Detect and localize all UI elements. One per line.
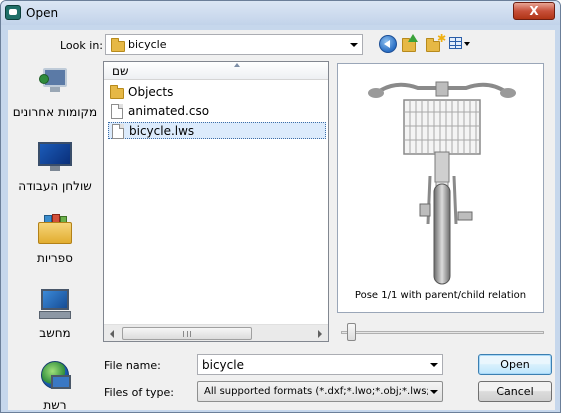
folder-icon — [111, 38, 125, 52]
place-desktop[interactable]: שולחן העבודה — [8, 140, 102, 194]
folder-icon — [110, 85, 124, 99]
file-list[interactable]: שם Objects animated.cso bicycle.lws — [103, 61, 329, 342]
places-bar: מקומות אחרונים שולחן העבודה ספריות מחשב — [8, 61, 102, 410]
file-name: animated.cso — [128, 104, 210, 118]
folder-icon — [402, 38, 416, 52]
open-dialog: Open X Look in: bicycle ✱ מקומות אחרונים… — [0, 0, 561, 413]
window-title: Open — [26, 6, 59, 20]
app-icon — [5, 5, 21, 20]
pose-slider[interactable] — [341, 321, 544, 343]
look-in-label: Look in: — [60, 39, 103, 52]
sort-up-icon — [234, 63, 240, 67]
up-folder-icon[interactable] — [402, 34, 420, 53]
title-bar[interactable]: Open X — [1, 1, 560, 25]
dialog-body: Look in: bicycle ✱ מקומות אחרונים שולחן … — [8, 30, 555, 410]
cancel-button[interactable]: Cancel — [478, 381, 552, 402]
file-name: bicycle.lws — [129, 124, 195, 138]
file-name-input[interactable]: bicycle — [197, 354, 443, 375]
star-icon: ✱ — [437, 32, 447, 45]
file-type-dropdown[interactable]: All supported formats (*.dxf;*.lwo;*.obj… — [197, 381, 443, 402]
place-label: רשת — [43, 398, 67, 410]
file-name: Objects — [128, 85, 174, 99]
up-arrow-icon — [408, 34, 418, 42]
place-label: שולחן העבודה — [18, 179, 92, 193]
file-name-value: bicycle — [202, 358, 244, 372]
file-icon — [112, 124, 124, 139]
list-item[interactable]: animated.cso — [108, 103, 326, 120]
close-button[interactable]: X — [513, 2, 555, 20]
slider-thumb[interactable] — [347, 323, 356, 341]
computer-icon — [39, 289, 71, 321]
file-name-label: File name: — [104, 359, 161, 372]
place-computer[interactable]: מחשב — [8, 289, 102, 341]
column-header-name[interactable]: שם — [104, 62, 328, 80]
open-button[interactable]: Open — [478, 354, 552, 375]
file-icon — [111, 104, 123, 119]
place-label: ספריות — [37, 251, 73, 265]
scroll-right-icon[interactable] — [312, 326, 327, 341]
preview-caption: Pose 1/1 with parent/child relation — [354, 290, 527, 301]
place-label: מחשב — [39, 326, 71, 340]
list-item-selected[interactable]: bicycle.lws — [108, 122, 326, 139]
column-header-label: שם — [112, 64, 129, 78]
scroll-left-icon[interactable] — [105, 326, 120, 341]
place-network[interactable]: רשת — [8, 361, 102, 410]
look-in-dropdown[interactable]: bicycle — [105, 34, 363, 55]
file-type-label: Files of type: — [104, 386, 175, 399]
desktop-icon — [38, 140, 72, 174]
file-type-value: All supported formats (*.dxf;*.lwo;*.obj… — [204, 386, 428, 397]
libraries-icon — [38, 214, 72, 246]
new-folder-icon[interactable]: ✱ — [426, 32, 447, 53]
preview-pane: Pose 1/1 with parent/child relation — [337, 63, 544, 313]
horizontal-scrollbar[interactable] — [104, 324, 328, 341]
recent-places-icon — [39, 66, 71, 100]
chevron-down-icon[interactable] — [430, 363, 438, 367]
network-icon — [39, 361, 71, 393]
place-recent[interactable]: מקומות אחרונים — [8, 66, 102, 120]
grid-icon — [449, 37, 462, 49]
chevron-down-icon — [464, 42, 470, 46]
look-in-value: bicycle — [128, 38, 167, 51]
view-menu-icon[interactable] — [449, 35, 473, 53]
place-label: מקומות אחרונים — [12, 105, 98, 119]
back-arrow-icon[interactable] — [379, 35, 397, 53]
bicycle-preview-image — [368, 81, 516, 285]
slider-track[interactable] — [341, 331, 544, 334]
chevron-down-icon[interactable] — [430, 390, 438, 394]
scrollbar-thumb[interactable] — [122, 327, 252, 340]
chevron-down-icon[interactable] — [350, 43, 358, 47]
list-item[interactable]: Objects — [108, 84, 326, 101]
place-libraries[interactable]: ספריות — [8, 214, 102, 266]
